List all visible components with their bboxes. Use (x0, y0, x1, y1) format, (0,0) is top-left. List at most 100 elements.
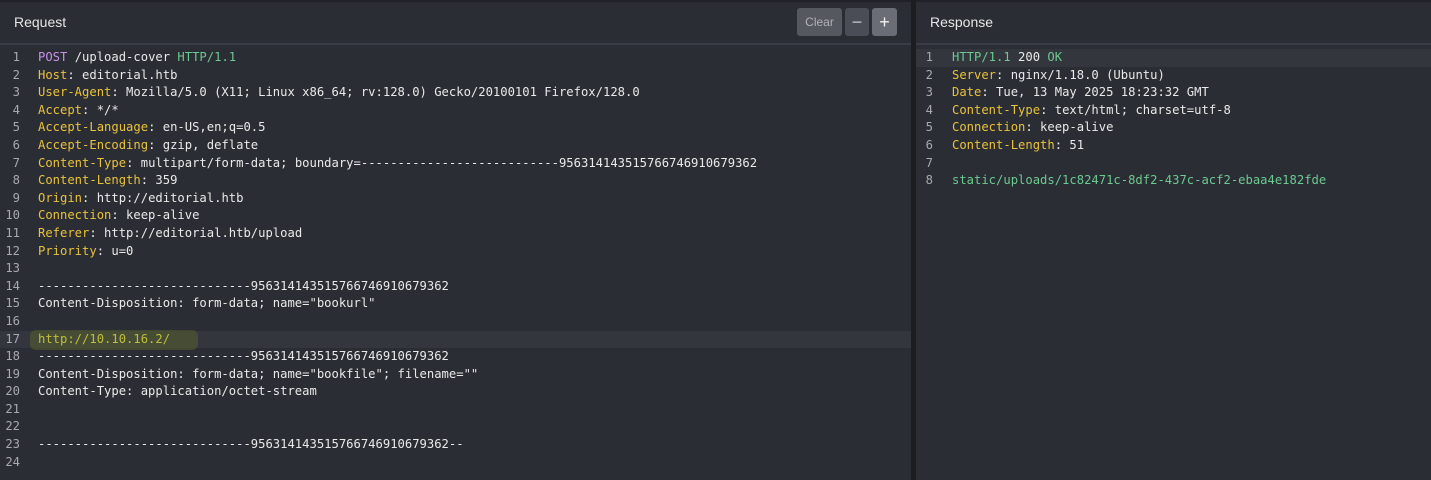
line-content: Origin: http://editorial.htb (38, 190, 243, 208)
line-content: Host: editorial.htb (38, 67, 177, 85)
editor-line[interactable]: 2 Server: nginx/1.18.0 (Ubuntu) (916, 67, 1431, 85)
response-editor[interactable]: 1 HTTP/1.1 200 OK 2 Server: nginx/1.18.0 (U… (916, 49, 1431, 190)
line-number: 21 (5, 401, 20, 416)
editor-line[interactable]: 24 (0, 454, 911, 472)
editor-line[interactable]: 8 static/uploads/1c82471c-8df2-437c-acf2-… (916, 172, 1431, 190)
editor-line[interactable]: 10 Connection: keep-alive (0, 207, 911, 225)
line-content: POST /upload-cover HTTP/1.1 (38, 49, 236, 67)
line-number: 20 (5, 384, 20, 399)
editor-line[interactable]: 16 (0, 313, 911, 331)
line-number: 18 (5, 349, 20, 364)
editor-line[interactable]: 4 Accept: */* (0, 102, 911, 120)
editor-line[interactable]: 14 -----------------------------956314143… (0, 278, 911, 296)
editor-line[interactable]: 22 (0, 418, 911, 436)
editor-line[interactable]: 20 Content-Type: application/octet-stream (0, 383, 911, 401)
header-value: : editorial.htb (67, 67, 178, 82)
line-number: 4 (925, 102, 933, 117)
editor-line[interactable]: 15 Content-Disposition: form-data; name="… (0, 295, 911, 313)
header-value: : http://editorial.htb/upload (89, 225, 303, 240)
line-number: 16 (5, 313, 20, 328)
editor-line[interactable]: 19 Content-Disposition: form-data; name="… (0, 366, 911, 384)
editor-line[interactable]: 3 User-Agent: Mozilla/5.0 (X11; Linux x86… (0, 84, 911, 102)
header-name: Content-Length (952, 137, 1055, 152)
line-number: 23 (5, 437, 20, 452)
zoom-out-button[interactable]: − (845, 8, 869, 36)
request-title: Request (14, 14, 67, 30)
editor-line[interactable]: 1 POST /upload-cover HTTP/1.1 (0, 49, 911, 67)
editor-line[interactable]: 11 Referer: http://editorial.htb/upload (0, 225, 911, 243)
line-number: 6 (925, 137, 933, 152)
line-content: -----------------------------95631414351… (38, 348, 449, 366)
line-content: Referer: http://editorial.htb/upload (38, 225, 302, 243)
editor-line[interactable]: 6 Content-Length: 51 (916, 137, 1431, 155)
editor-line[interactable]: 7 (916, 155, 1431, 173)
line-number: 6 (12, 137, 20, 152)
line-content: Content-Length: 359 (38, 172, 177, 190)
line-content: Content-Type: text/html; charset=utf-8 (952, 102, 1231, 120)
editor-line[interactable]: 6 Accept-Encoding: gzip, deflate (0, 137, 911, 155)
header-value: : multipart/form-data; boundary=--------… (126, 155, 758, 170)
body-text: -----------------------------95631414351… (38, 278, 449, 293)
header-name: Accept (38, 102, 83, 117)
line-number: 2 (925, 67, 933, 82)
request-path: /upload-cover (67, 50, 178, 64)
editor-line[interactable]: 5 Accept-Language: en-US,en;q=0.5 (0, 119, 911, 137)
line-number: 9 (12, 190, 20, 205)
editor-line[interactable]: 17 http://10.10.16.2/ (0, 330, 911, 349)
header-value: : 51 (1054, 137, 1085, 152)
editor-line[interactable]: 1 HTTP/1.1 200 OK (916, 49, 1431, 67)
line-number: 8 (925, 173, 933, 188)
clear-button[interactable]: Clear (797, 8, 842, 36)
line-number: 4 (12, 102, 20, 117)
editor-line[interactable]: 21 (0, 401, 911, 419)
line-content: static/uploads/1c82471c-8df2-437c-acf2-e… (952, 172, 1326, 190)
line-content: Server: nginx/1.18.0 (Ubuntu) (952, 67, 1165, 85)
line-number: 2 (12, 67, 20, 82)
editor-line[interactable]: 12 Priority: u=0 (0, 243, 911, 261)
line-number: 7 (12, 155, 20, 170)
response-title: Response (930, 14, 994, 30)
line-number: 22 (5, 419, 20, 434)
line-content: -----------------------------95631414351… (38, 278, 449, 296)
header-value: : http://editorial.htb (82, 190, 244, 205)
editor-line[interactable]: 3 Date: Tue, 13 May 2025 18:23:32 GMT (916, 84, 1431, 102)
editor-line[interactable]: 23 -----------------------------956314143… (0, 436, 911, 454)
line-number: 3 (925, 85, 933, 100)
editor-line[interactable]: 13 (0, 260, 911, 278)
body-text: Content-Type: application/octet-stream (38, 384, 317, 399)
line-content: Content-Length: 51 (952, 137, 1084, 155)
header-name: Origin (38, 190, 83, 205)
body-text: -----------------------------95631414351… (38, 349, 449, 364)
header-name: Content-Length (38, 173, 141, 188)
request-editor[interactable]: 1 POST /upload-cover HTTP/1.1 2 Host: edito… (0, 49, 911, 471)
line-number: 3 (12, 85, 20, 100)
line-content: Date: Tue, 13 May 2025 18:23:32 GMT (952, 84, 1209, 102)
line-content: Content-Disposition: form-data; name="bo… (38, 366, 478, 384)
editor-line[interactable]: 7 Content-Type: multipart/form-data; boun… (0, 155, 911, 173)
editor-line[interactable]: 5 Connection: keep-alive (916, 119, 1431, 137)
request-header: Request Clear − + (0, 2, 911, 45)
editor-line[interactable]: 18 -----------------------------956314143… (0, 348, 911, 366)
header-value: : text/html; charset=utf-8 (1040, 102, 1231, 117)
header-value: : keep-alive (111, 208, 200, 223)
header-value: : 359 (140, 173, 178, 188)
line-content: Accept-Encoding: gzip, deflate (38, 137, 258, 155)
http-version: HTTP/1.1 (177, 50, 237, 64)
line-number: 1 (12, 50, 20, 64)
line-content: Content-Type: multipart/form-data; bound… (38, 155, 757, 173)
body-text: -----------------------------95631414351… (38, 437, 464, 452)
line-number: 12 (5, 243, 20, 258)
response-pane: Response 1 HTTP/1.1 200 OK 2 Server: nginx/… (916, 0, 1431, 480)
editor-line[interactable]: 8 Content-Length: 359 (0, 172, 911, 190)
line-number: 8 (12, 173, 20, 188)
line-content: Content-Disposition: form-data; name="bo… (38, 295, 376, 313)
zoom-in-button[interactable]: + (872, 8, 897, 36)
header-value: : Tue, 13 May 2025 18:23:32 GMT (981, 85, 1209, 100)
header-name: Priority (38, 243, 97, 258)
editor-line[interactable]: 4 Content-Type: text/html; charset=utf-8 (916, 102, 1431, 120)
editor-line[interactable]: 2 Host: editorial.htb (0, 67, 911, 85)
editor-line[interactable]: 9 Origin: http://editorial.htb (0, 190, 911, 208)
line-number: 5 (12, 120, 20, 135)
line-number: 14 (5, 278, 20, 293)
header-value: : u=0 (96, 243, 134, 258)
